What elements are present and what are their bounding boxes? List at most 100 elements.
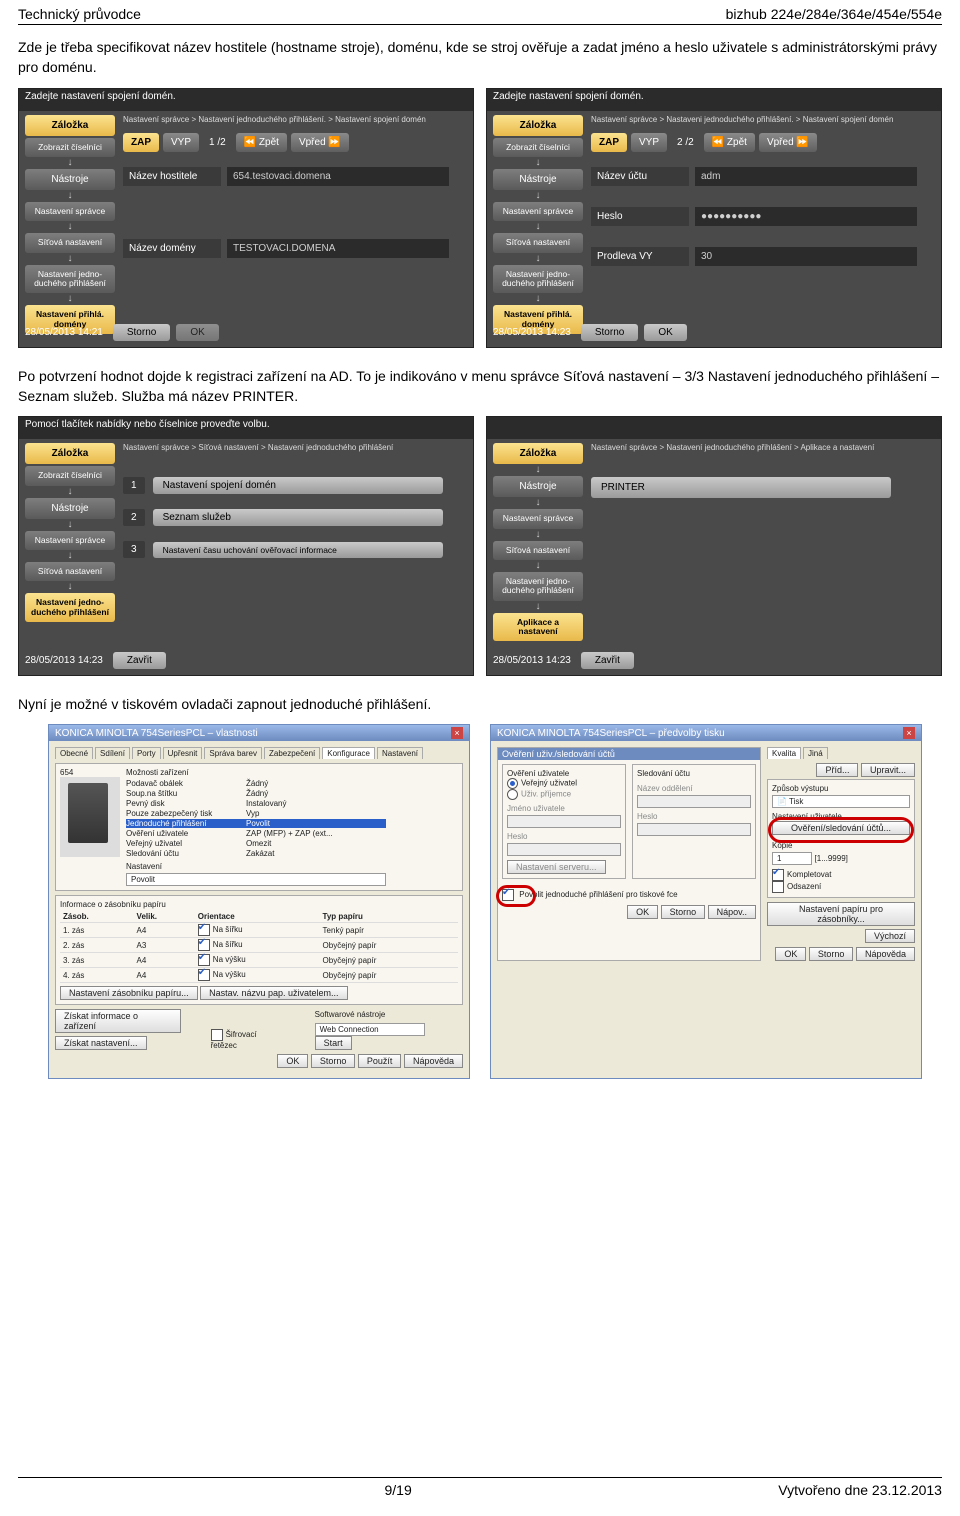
side-nast-spravce[interactable]: Nastavení správce <box>25 531 115 550</box>
paper-tray-button[interactable]: Nastavení papíru pro zásobníky... <box>767 902 915 926</box>
side-zalozka[interactable]: Záložka <box>25 115 115 136</box>
tab-konfigurace[interactable]: Konfigurace <box>322 747 375 759</box>
tab-sdileni[interactable]: Sdílení <box>95 747 130 759</box>
side-sitova[interactable]: Síťová nastavení <box>25 562 115 581</box>
edit-button[interactable]: Upravit... <box>861 763 915 777</box>
encode-checkbox[interactable] <box>211 1029 223 1041</box>
app-printer-button[interactable]: PRINTER <box>591 477 891 498</box>
vyp-button[interactable]: VYP <box>631 133 667 152</box>
side-jednoduche[interactable]: Nastavení jedno-duchého přihlášení <box>25 593 115 622</box>
help-button[interactable]: Nápověda <box>404 1054 463 1068</box>
zap-button[interactable]: ZAP <box>123 133 159 152</box>
tab-kvalita[interactable]: Kvalita <box>767 747 801 759</box>
forward-button[interactable]: Vpřed ⏩ <box>291 133 349 152</box>
storno-button[interactable]: Storno <box>113 324 170 341</box>
ok-button[interactable]: OK <box>176 324 218 341</box>
side-sitova[interactable]: Síťová nastavení <box>25 233 115 252</box>
side-nastroje[interactable]: Nástroje <box>493 169 583 190</box>
field-value-domain[interactable]: TESTOVACI.DOMENA <box>227 239 449 258</box>
start-button[interactable]: Start <box>315 1036 352 1050</box>
close-icon[interactable]: × <box>451 727 463 739</box>
username-input[interactable] <box>507 815 621 828</box>
back-button[interactable]: ⏪ Zpět <box>704 133 755 152</box>
tab-sprava-barev[interactable]: Správa barev <box>204 747 262 759</box>
option-row[interactable]: Podavač obálekŽádný <box>126 779 386 788</box>
tab-nastaveni[interactable]: Nastavení <box>377 747 423 759</box>
option-row[interactable]: Ověření uživateleZAP (MFP) + ZAP (ext... <box>126 829 386 838</box>
tab-obecne[interactable]: Obecné <box>55 747 93 759</box>
ok-button[interactable]: OK <box>627 905 658 919</box>
get-settings-button[interactable]: Získat nastavení... <box>55 1036 147 1050</box>
tab-upresnit[interactable]: Upřesnit <box>163 747 203 759</box>
output-dropdown[interactable]: 📄 Tisk <box>772 795 910 808</box>
vyp-button[interactable]: VYP <box>163 133 199 152</box>
tray-settings-button[interactable]: Nastavení zásobníku papíru... <box>60 986 198 1000</box>
dept-pass-input[interactable] <box>637 823 751 836</box>
side-zalozka[interactable]: Záložka <box>493 443 583 464</box>
option-row[interactable]: Jednoduché přihlášeníPovolit <box>126 819 386 828</box>
side-nast-spravce[interactable]: Nastavení správce <box>493 202 583 221</box>
side-aplikace[interactable]: Aplikace a nastavení <box>493 613 583 642</box>
setting-dropdown[interactable]: Povolit <box>126 873 386 886</box>
side-sitova[interactable]: Síťová nastavení <box>493 233 583 252</box>
storno-button[interactable]: Storno <box>581 324 638 341</box>
side-nastroje[interactable]: Nástroje <box>493 476 583 497</box>
sw-tools-dropdown[interactable]: Web Connection <box>315 1023 425 1036</box>
option-row[interactable]: Soup.na štítkuŽádný <box>126 789 386 798</box>
dept-input[interactable] <box>637 795 751 808</box>
ok-button[interactable]: OK <box>775 947 806 961</box>
help-button[interactable]: Nápov.. <box>708 905 756 919</box>
side-zalozka[interactable]: Záložka <box>25 443 115 464</box>
radio-recipient[interactable] <box>507 789 518 800</box>
side-jednoduche[interactable]: Nastavení jedno-duchého přihlášení <box>25 265 115 294</box>
tab-porty[interactable]: Porty <box>132 747 161 759</box>
side-nast-spravce[interactable]: Nastavení správce <box>25 202 115 221</box>
server-settings-button[interactable]: Nastavení serveru... <box>507 860 606 874</box>
side-sitova[interactable]: Síťová nastavení <box>493 541 583 560</box>
copies-input[interactable]: 1 <box>772 852 812 865</box>
field-value-delay[interactable]: 30 <box>695 247 917 266</box>
side-nastroje[interactable]: Nástroje <box>25 169 115 190</box>
menu-item-authtime[interactable]: Nastavení času uchování ověřovací inform… <box>153 542 443 558</box>
default-button[interactable]: Výchozí <box>865 929 915 943</box>
password-input[interactable] <box>507 843 621 856</box>
side-nastroje[interactable]: Nástroje <box>25 498 115 519</box>
side-jednoduche[interactable]: Nastavení jedno-duchého přihlášení <box>493 265 583 294</box>
storno-button[interactable]: Storno <box>661 905 706 919</box>
side-nast-spravce[interactable]: Nastavení správce <box>493 509 583 528</box>
close-button[interactable]: Zavřit <box>113 652 166 669</box>
tab-jina[interactable]: Jiná <box>803 747 828 759</box>
zap-button[interactable]: ZAP <box>591 133 627 152</box>
side-jednoduche[interactable]: Nastavení jedno-duchého přihlášení <box>493 572 583 601</box>
option-row[interactable]: Sledování účtuZakázat <box>126 849 386 858</box>
help-button[interactable]: Nápověda <box>856 947 915 961</box>
ok-button[interactable]: OK <box>644 324 686 341</box>
side-cislenik[interactable]: Zobrazit číselníci <box>493 138 583 157</box>
forward-button[interactable]: Vpřed ⏩ <box>759 133 817 152</box>
back-button[interactable]: ⏪ Zpět <box>236 133 287 152</box>
option-row[interactable]: Pouze zabezpečený tiskVyp <box>126 809 386 818</box>
ok-button[interactable]: OK <box>277 1054 308 1068</box>
offset-checkbox[interactable] <box>772 881 784 893</box>
menu-item-domain[interactable]: Nastavení spojení domén <box>153 477 443 494</box>
get-device-info-button[interactable]: Získat informace o zařízení <box>55 1009 181 1033</box>
apply-button[interactable]: Použít <box>358 1054 402 1068</box>
field-value-account[interactable]: adm <box>695 167 917 186</box>
side-zalozka[interactable]: Záložka <box>493 115 583 136</box>
field-value-password[interactable]: ●●●●●●●●●● <box>695 207 917 226</box>
close-icon[interactable]: × <box>903 727 915 739</box>
paper-name-button[interactable]: Nastav. názvu pap. uživatelem... <box>200 986 347 1000</box>
field-value-hostname[interactable]: 654.testovaci.domena <box>227 167 449 186</box>
option-row[interactable]: Veřejný uživatelOmezit <box>126 839 386 848</box>
tab-zabezpeceni[interactable]: Zabezpečení <box>264 747 320 759</box>
radio-public[interactable] <box>507 778 518 789</box>
collate-checkbox[interactable] <box>772 869 784 881</box>
menu-item-services[interactable]: Seznam služeb <box>153 509 443 526</box>
close-button[interactable]: Zavřit <box>581 652 634 669</box>
add-button[interactable]: Příd... <box>816 763 858 777</box>
side-cislenik[interactable]: Zobrazit číselníci <box>25 466 115 485</box>
side-cislenik[interactable]: Zobrazit číselníci <box>25 138 115 157</box>
option-row[interactable]: Pevný diskInstalovaný <box>126 799 386 808</box>
storno-button[interactable]: Storno <box>311 1054 356 1068</box>
storno-button[interactable]: Storno <box>809 947 854 961</box>
